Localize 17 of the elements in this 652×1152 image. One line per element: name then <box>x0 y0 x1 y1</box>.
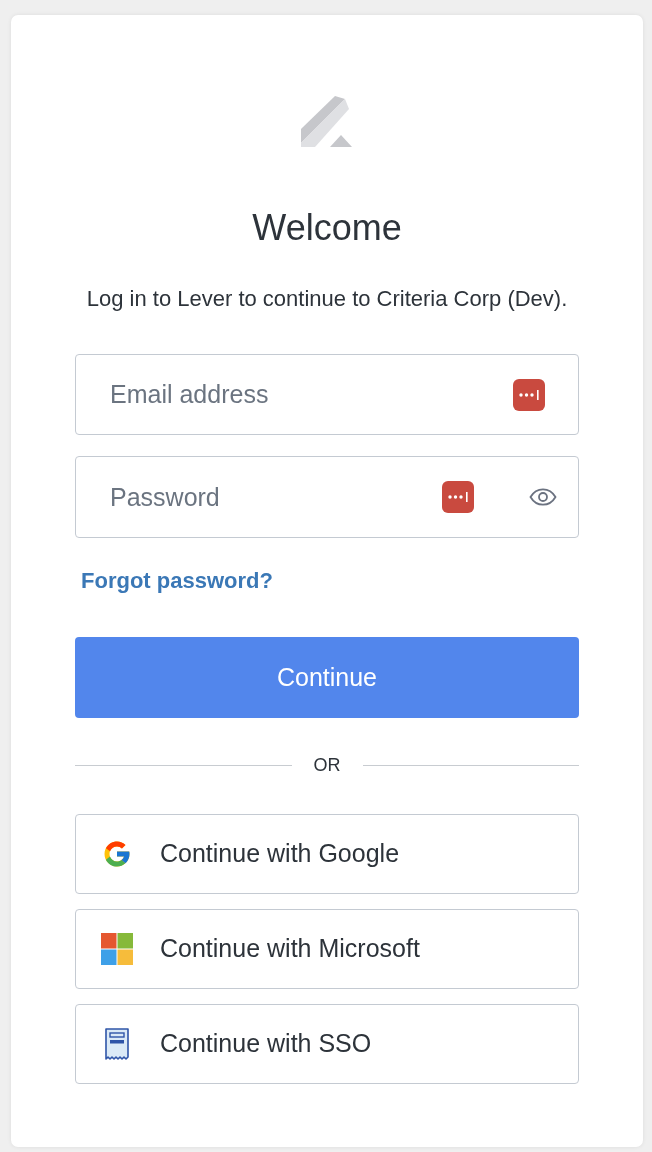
password-field[interactable]: Password <box>75 456 579 538</box>
eye-icon[interactable] <box>529 488 557 506</box>
social-login-button[interactable]: Continue with Google <box>75 814 579 894</box>
four-squares-icon <box>101 933 133 965</box>
social-login-button[interactable]: Continue with SSO <box>75 1004 579 1084</box>
welcome-heading: Welcome <box>252 207 402 249</box>
social-login-button[interactable]: Continue with Microsoft <box>75 909 579 989</box>
or-divider-text: OR <box>312 754 342 776</box>
document-icon <box>105 1028 129 1060</box>
email-field[interactable]: Email address <box>75 354 579 435</box>
logo-icon <box>301 95 353 147</box>
password-dots-icon[interactable] <box>513 378 545 411</box>
password-dots-icon[interactable] <box>442 481 474 513</box>
subtitle-text: Log in to Lever to continue to Criteria Corp (Dev). <box>86 286 568 312</box>
google-g-icon <box>102 839 132 869</box>
continue-button[interactable]: Continue <box>75 637 579 718</box>
forgot-password-link[interactable]: Forgot password? <box>81 568 273 594</box>
